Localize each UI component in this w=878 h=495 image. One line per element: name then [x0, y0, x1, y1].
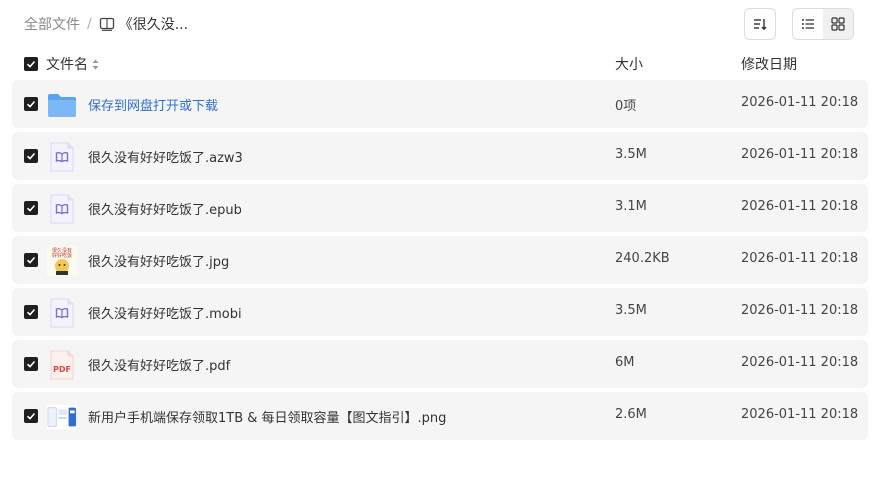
size-column-header[interactable]: 大小 — [615, 54, 643, 74]
folder-icon — [47, 90, 77, 120]
file-name[interactable]: 很久没有好好吃饭了.mobi — [88, 303, 242, 322]
row-checkbox[interactable] — [24, 149, 38, 163]
ebook-file-icon — [47, 142, 77, 172]
file-row[interactable]: 新用户手机端保存领取1TB & 每日领取容量【图文指引】.png 2.6M 20… — [12, 392, 868, 440]
file-date: 2026-01-11 20:18 — [741, 407, 859, 422]
name-header-label: 文件名 — [46, 57, 88, 73]
list-icon — [802, 19, 814, 29]
breadcrumb-separator: / — [87, 16, 92, 32]
file-size: 6M — [615, 355, 635, 370]
file-size: 3.5M — [615, 303, 647, 318]
file-date: 2026-01-11 20:18 — [741, 147, 859, 162]
check-icon — [26, 256, 36, 264]
check-icon — [26, 100, 36, 108]
sort-arrows-icon — [92, 59, 99, 70]
check-icon — [26, 152, 36, 160]
file-row[interactable]: 保存到网盘打开或下载 0项 2026-01-11 20:18 — [12, 80, 868, 128]
check-icon — [26, 204, 36, 212]
image-thumbnail-icon: 很久没有 好好吃饭 — [47, 246, 77, 276]
file-name[interactable]: 很久没有好好吃饭了.pdf — [88, 355, 230, 374]
file-name[interactable]: 很久没有好好吃饭了.azw3 — [88, 147, 243, 166]
pdf-file-icon: PDF — [47, 350, 77, 380]
screenshot-thumbnail-icon — [47, 402, 77, 432]
date-column-header[interactable]: 修改日期 — [741, 54, 797, 74]
breadcrumb-root[interactable]: 全部文件 — [24, 14, 80, 34]
file-list: 保存到网盘打开或下载 0项 2026-01-11 20:18 很久没有好好吃饭了… — [12, 80, 868, 444]
name-column-header[interactable]: 文件名 — [46, 54, 99, 74]
file-size: 3.5M — [615, 147, 647, 162]
row-checkbox[interactable] — [24, 97, 38, 111]
top-bar: 全部文件 / 《很久没... — [0, 0, 878, 48]
file-name[interactable]: 很久没有好好吃饭了.jpg — [88, 251, 229, 270]
grid-view-button[interactable] — [823, 9, 853, 39]
check-icon — [26, 412, 36, 420]
file-size: 0项 — [615, 99, 637, 114]
file-row[interactable]: 很久没有 好好吃饭 很久没有好好吃饭了.jpg 240.2KB 2026-01-… — [12, 236, 868, 284]
file-size: 3.1M — [615, 199, 647, 214]
file-name[interactable]: 新用户手机端保存领取1TB & 每日领取容量【图文指引】.png — [88, 407, 446, 426]
sort-icon — [754, 19, 767, 31]
file-date: 2026-01-11 20:18 — [741, 303, 859, 318]
row-checkbox[interactable] — [24, 201, 38, 215]
file-name[interactable]: 很久没有好好吃饭了.epub — [88, 199, 242, 218]
ebook-file-icon — [47, 298, 77, 328]
book-icon — [99, 16, 115, 32]
row-checkbox[interactable] — [24, 305, 38, 319]
sort-button[interactable] — [744, 8, 776, 40]
file-row[interactable]: 很久没有好好吃饭了.mobi 3.5M 2026-01-11 20:18 — [12, 288, 868, 336]
row-checkbox[interactable] — [24, 357, 38, 371]
file-size: 2.6M — [615, 407, 647, 422]
file-row[interactable]: PDF 很久没有好好吃饭了.pdf 6M 2026-01-11 20:18 — [12, 340, 868, 388]
ebook-file-icon — [47, 194, 77, 224]
file-row[interactable]: 很久没有好好吃饭了.epub 3.1M 2026-01-11 20:18 — [12, 184, 868, 232]
file-date: 2026-01-11 20:18 — [741, 251, 859, 266]
select-all-checkbox[interactable] — [24, 57, 38, 71]
file-size: 240.2KB — [615, 251, 670, 266]
check-icon — [26, 308, 36, 316]
pdf-label: PDF — [53, 365, 71, 374]
grid-icon — [831, 17, 845, 31]
check-icon — [26, 60, 36, 68]
list-view-button[interactable] — [793, 9, 823, 39]
check-icon — [26, 360, 36, 368]
file-row[interactable]: 很久没有好好吃饭了.azw3 3.5M 2026-01-11 20:18 — [12, 132, 868, 180]
file-date: 2026-01-11 20:18 — [741, 355, 859, 370]
breadcrumb: 全部文件 / 《很久没... — [24, 14, 188, 34]
file-date: 2026-01-11 20:18 — [741, 95, 859, 110]
file-date: 2026-01-11 20:18 — [741, 199, 859, 214]
file-name[interactable]: 保存到网盘打开或下载 — [88, 95, 218, 114]
breadcrumb-current: 《很久没... — [118, 17, 189, 33]
view-toggle — [792, 8, 854, 40]
file-list-header: 文件名 大小 修改日期 — [12, 52, 868, 76]
svg-text:好好吃饭: 好好吃饭 — [52, 252, 72, 259]
row-checkbox[interactable] — [24, 253, 38, 267]
row-checkbox[interactable] — [24, 409, 38, 423]
